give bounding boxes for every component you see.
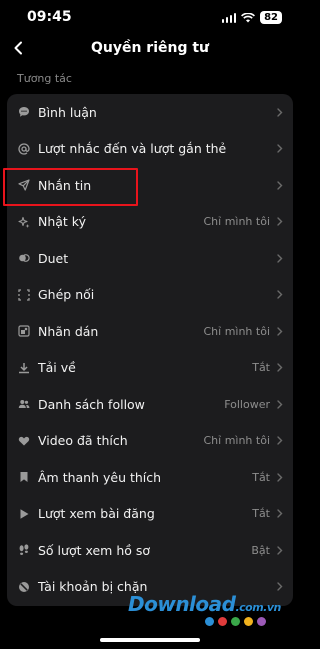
sticker-icon [18,325,30,337]
watermark-dot [244,617,253,626]
cellular-signal-icon [221,12,237,23]
row-label: Ghép nối [38,287,95,303]
footprint-icon [18,544,30,556]
row-label: Số lượt xem hồ sơ [38,542,151,558]
section-label: Tương tác [17,72,72,85]
chevron-right-icon [276,545,284,555]
chevron-right-icon [276,472,284,482]
status-bar: 09:45 82 [0,0,300,34]
row-label: Duet [38,250,69,266]
play-icon [18,508,30,520]
heart-icon [18,435,30,447]
row-duet[interactable]: Duet [7,240,293,277]
watermark-brand: Download [128,592,236,616]
chevron-right-icon [276,582,284,592]
row-label: Lượt nhắc đến và lượt gắn thẻ [38,141,227,157]
row-following-list[interactable]: Danh sách follow Follower [7,386,293,423]
row-label: Danh sách follow [38,396,145,412]
chevron-right-icon [276,509,284,519]
row-value: Bật [251,543,270,557]
row-label: Nhật ký [38,214,86,230]
nav-bar: Quyền riêng tư [0,34,300,62]
row-value: Tắt [252,507,270,521]
chevron-right-icon [276,399,284,409]
row-stickers[interactable]: Nhãn dán Chỉ mình tôi [7,313,293,350]
people-icon [18,398,30,410]
chevron-right-icon [276,253,284,263]
status-icons: 82 [221,11,282,24]
row-label: Nhãn dán [38,323,99,339]
chevron-right-icon [276,217,284,227]
row-post-views[interactable]: Lượt xem bài đăng Tắt [7,496,293,533]
row-profile-views[interactable]: Số lượt xem hồ sơ Bật [7,532,293,569]
row-value: Tắt [252,470,270,484]
watermark-suffix: .com.vn [235,601,281,614]
home-indicator [100,638,200,642]
duet-icon [18,252,30,264]
page-title: Quyền riêng tư [90,40,210,56]
status-time: 09:45 [27,9,72,25]
row-value: Follower [224,397,270,411]
row-label: Âm thanh yêu thích [38,469,162,485]
stitch-icon [18,289,30,301]
chevron-right-icon [276,107,284,117]
row-downloads[interactable]: Tải về Tắt [7,350,293,387]
row-liked-videos[interactable]: Video đã thích Chỉ mình tôi [7,423,293,460]
row-stitch[interactable]: Ghép nối [7,277,293,314]
watermark-dot [257,617,266,626]
watermark-dot [205,617,214,626]
row-label: Lượt xem bài đăng [38,506,155,522]
comment-icon [18,106,30,118]
row-value: Chỉ mình tôi [203,215,270,229]
watermark-dots [205,617,266,626]
highlight-box [3,168,138,206]
watermark-dot [231,617,240,626]
row-value: Chỉ mình tôi [203,434,270,448]
chevron-right-icon [276,326,284,336]
block-icon [18,581,30,593]
row-mentions-tags[interactable]: Lượt nhắc đến và lượt gắn thẻ [7,131,293,168]
download-icon [18,362,30,374]
row-favorite-sounds[interactable]: Âm thanh yêu thích Tắt [7,459,293,496]
row-value: Tắt [252,361,270,375]
row-value: Chỉ mình tôi [203,324,270,338]
chevron-right-icon [276,144,284,154]
bookmark-icon [18,471,30,483]
chevron-right-icon [276,363,284,373]
row-label: Bình luận [38,104,97,120]
wifi-icon [241,12,256,22]
row-stories[interactable]: Nhật ký Chỉ mình tôi [7,204,293,241]
download-watermark-logo: Download.com.vn [128,592,281,616]
row-comments[interactable]: Bình luận [7,94,293,131]
watermark-dot [218,617,227,626]
at-mention-icon [18,143,30,155]
chevron-right-icon [276,290,284,300]
battery-indicator: 82 [260,11,282,24]
chevron-right-icon [276,180,284,190]
sparkle-icon [18,216,30,228]
row-label: Video đã thích [38,433,128,449]
chevron-right-icon [276,436,284,446]
row-label: Tải về [38,360,76,376]
